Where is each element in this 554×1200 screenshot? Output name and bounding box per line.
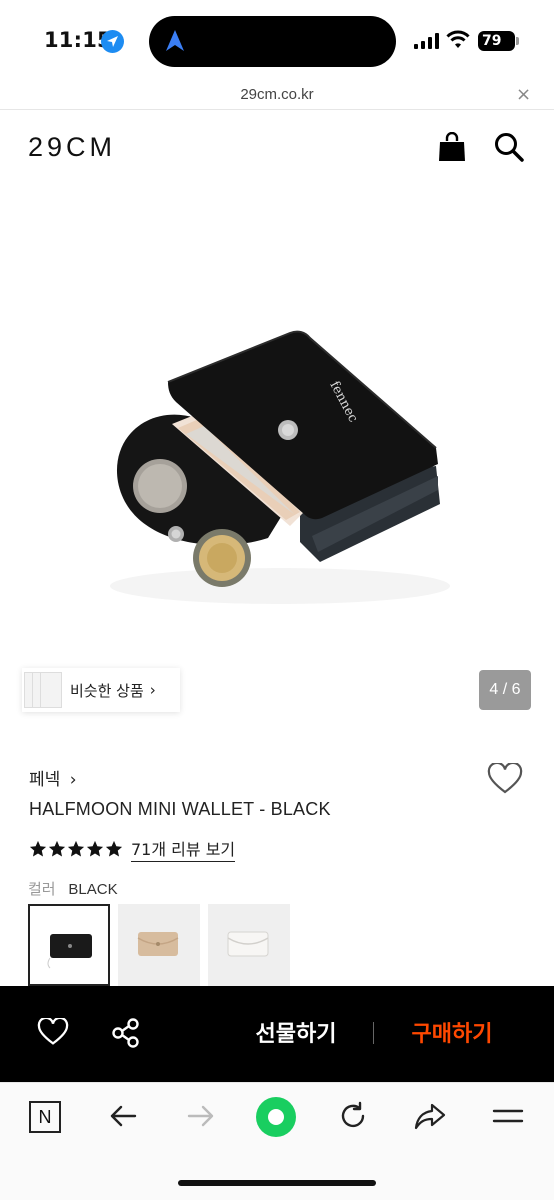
dynamic-island xyxy=(149,16,396,67)
star-icon xyxy=(86,840,104,857)
url-text[interactable]: 29cm.co.kr xyxy=(0,86,554,103)
swatch-black[interactable] xyxy=(28,904,110,986)
url-bar[interactable]: 29cm.co.kr × xyxy=(0,82,554,110)
status-bar: 11:15 79 xyxy=(0,0,554,82)
brand-name: 페넥 xyxy=(29,770,61,790)
color-label: 컬러 xyxy=(28,880,56,898)
battery-level: 79 xyxy=(482,33,502,49)
share-nodes-icon[interactable] xyxy=(111,1018,141,1048)
battery-tip xyxy=(516,37,519,45)
shopping-bag-icon[interactable] xyxy=(438,132,466,162)
navigation-arrow-icon xyxy=(166,30,184,51)
green-home-icon[interactable] xyxy=(254,1095,298,1139)
star-icon xyxy=(105,840,123,857)
gift-button[interactable]: 선물하기 xyxy=(240,1016,352,1048)
rating-row: 71개 리뷰 보기 xyxy=(29,836,236,862)
wishlist-heart-icon[interactable] xyxy=(37,1018,69,1046)
buy-button[interactable]: 구매하기 xyxy=(394,1016,510,1048)
similar-products-label: 비슷한 상품 xyxy=(70,681,144,700)
purchase-action-bar: 선물하기 구매하기 xyxy=(0,986,554,1082)
color-swatches xyxy=(28,904,290,986)
rating-stars xyxy=(29,840,123,858)
star-icon xyxy=(29,840,47,857)
share-icon[interactable] xyxy=(414,1101,446,1131)
swatch-white[interactable] xyxy=(208,904,290,986)
product-name: HALFMOON MINI WALLET - BLACK xyxy=(29,799,331,819)
heart-icon[interactable] xyxy=(487,763,523,795)
color-value: BLACK xyxy=(68,881,118,898)
close-icon[interactable]: × xyxy=(516,84,531,105)
search-icon[interactable] xyxy=(494,132,524,162)
swatch-beige[interactable] xyxy=(118,904,200,986)
image-page-indicator: 4 / 6 xyxy=(479,670,531,710)
naver-n-icon[interactable]: N xyxy=(29,1101,61,1133)
review-link[interactable]: 71개 리뷰 보기 xyxy=(131,836,236,862)
similar-thumb xyxy=(40,672,62,708)
menu-icon[interactable] xyxy=(492,1101,524,1131)
location-icon xyxy=(101,30,124,53)
forward-arrow-icon[interactable] xyxy=(186,1101,216,1131)
site-logo[interactable]: 29CM xyxy=(28,132,116,163)
home-indicator xyxy=(178,1180,376,1186)
color-row: 컬러 BLACK xyxy=(28,878,118,899)
wallet-illustration: fennec xyxy=(110,330,450,604)
signal-icon xyxy=(414,33,439,49)
battery-icon: 79 xyxy=(478,31,515,51)
star-icon xyxy=(48,840,66,857)
chevron-right-icon: › xyxy=(69,770,77,790)
similar-thumbnails xyxy=(22,668,66,712)
product-image[interactable]: fennec xyxy=(0,186,554,716)
chevron-right-icon: › xyxy=(149,681,156,699)
similar-products-button[interactable]: 비슷한 상품 › xyxy=(22,668,180,712)
back-arrow-icon[interactable] xyxy=(108,1101,138,1131)
refresh-icon[interactable] xyxy=(338,1101,368,1131)
star-icon xyxy=(67,840,85,857)
brand-link[interactable]: 페넥 › xyxy=(29,765,77,790)
site-header: 29CM xyxy=(0,110,554,186)
action-divider xyxy=(373,1022,374,1044)
wifi-icon xyxy=(446,30,470,48)
